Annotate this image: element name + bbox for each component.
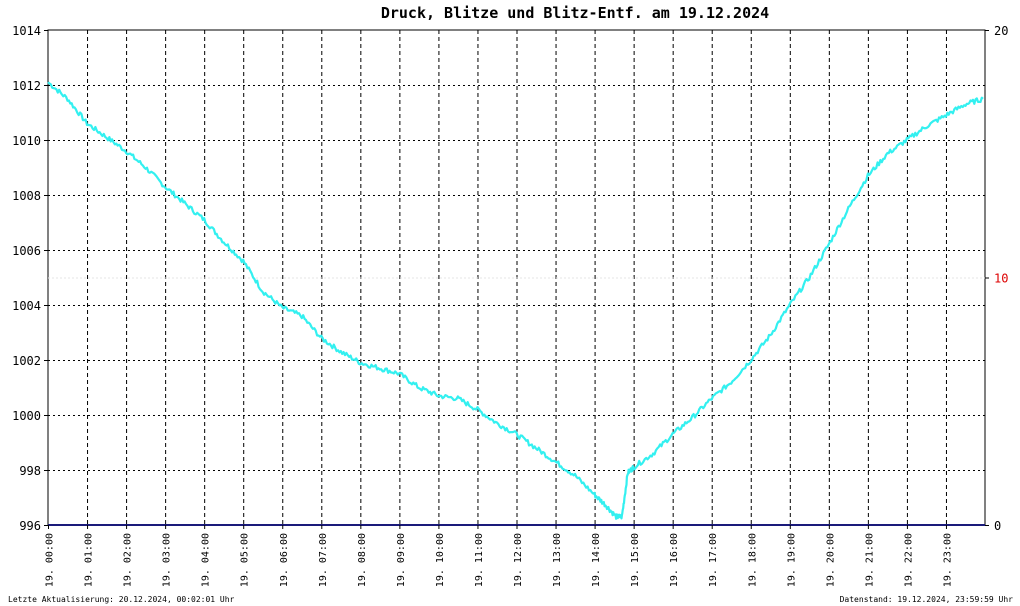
y-left-tick-label: 1012: [12, 79, 41, 93]
chart-title: Druck, Blitze und Blitz-Entf. am 19.12.2…: [381, 4, 769, 22]
y-left-tick-label: 1014: [12, 24, 41, 38]
x-tick-label: 19. 22:00: [903, 533, 914, 587]
x-tick-label: 19. 18:00: [747, 533, 758, 587]
x-tick-label: 19. 19:00: [786, 533, 797, 587]
x-tick-label: 19. 16:00: [669, 533, 680, 587]
y-left-tick-label: 1002: [12, 354, 41, 368]
title-part-blitze: Blitze: [435, 4, 498, 22]
x-tick-label: 19. 23:00: [942, 533, 953, 587]
x-tick-label: 19. 17:00: [708, 533, 719, 587]
title-part-und: und: [498, 4, 543, 22]
y-left-tick-label: 1006: [12, 244, 41, 258]
x-tick-label: 19. 05:00: [240, 533, 251, 587]
x-tick-label: 19. 11:00: [474, 533, 485, 587]
x-tick-label: 19. 13:00: [552, 533, 563, 587]
x-tick-label: 19. 06:00: [279, 533, 290, 587]
title-part-date: am 19.12.2024: [643, 4, 769, 22]
x-tick-label: 19. 03:00: [162, 533, 173, 587]
x-tick-label: 19. 21:00: [864, 533, 875, 587]
y-left-tick-label: 1008: [12, 189, 41, 203]
y-left-tick-label: 998: [19, 464, 41, 478]
title-part-blitz-entf: Blitz-Entf.: [543, 4, 642, 22]
x-tick-label: 19. 02:00: [123, 533, 134, 587]
x-tick-label: 19. 12:00: [513, 533, 524, 587]
y-left-tick-label: 996: [19, 519, 41, 533]
x-tick-label: 19. 09:00: [396, 533, 407, 587]
x-tick-label: 19. 04:00: [201, 533, 212, 587]
x-tick-label: 19. 10:00: [435, 533, 446, 587]
grid-layer: [47, 29, 986, 526]
title-part-comma: ,: [426, 4, 435, 22]
footer-data-status: Datenstand: 19.12.2024, 23:59:59 Uhr: [840, 595, 1014, 604]
x-tick-label: 19. 07:00: [318, 533, 329, 587]
x-tick-label: 19. 08:00: [357, 533, 368, 587]
pressure-chart: Druck, Blitze und Blitz-Entf. am 19.12.2…: [8, 4, 1014, 604]
x-tick-label: 19. 00:00: [45, 533, 56, 587]
pressure-line: [47, 81, 984, 520]
y-right-tick-label: 20: [994, 24, 1008, 38]
footer-last-update: Letzte Aktualisierung: 20.12.2024, 00:02…: [8, 595, 235, 604]
y-right-tick-label: 0: [994, 519, 1001, 533]
y-left-tick-label: 1004: [12, 299, 41, 313]
x-tick-label: 19. 20:00: [825, 533, 836, 587]
y-left-tick-label: 1000: [12, 409, 41, 423]
y-right-tick-label: 10: [994, 272, 1008, 286]
x-tick-label: 19. 14:00: [591, 533, 602, 587]
x-tick-label: 19. 01:00: [84, 533, 95, 587]
y-left-tick-label: 1010: [12, 134, 41, 148]
title-part-druck: Druck: [381, 4, 426, 22]
x-tick-label: 19. 15:00: [630, 533, 641, 587]
